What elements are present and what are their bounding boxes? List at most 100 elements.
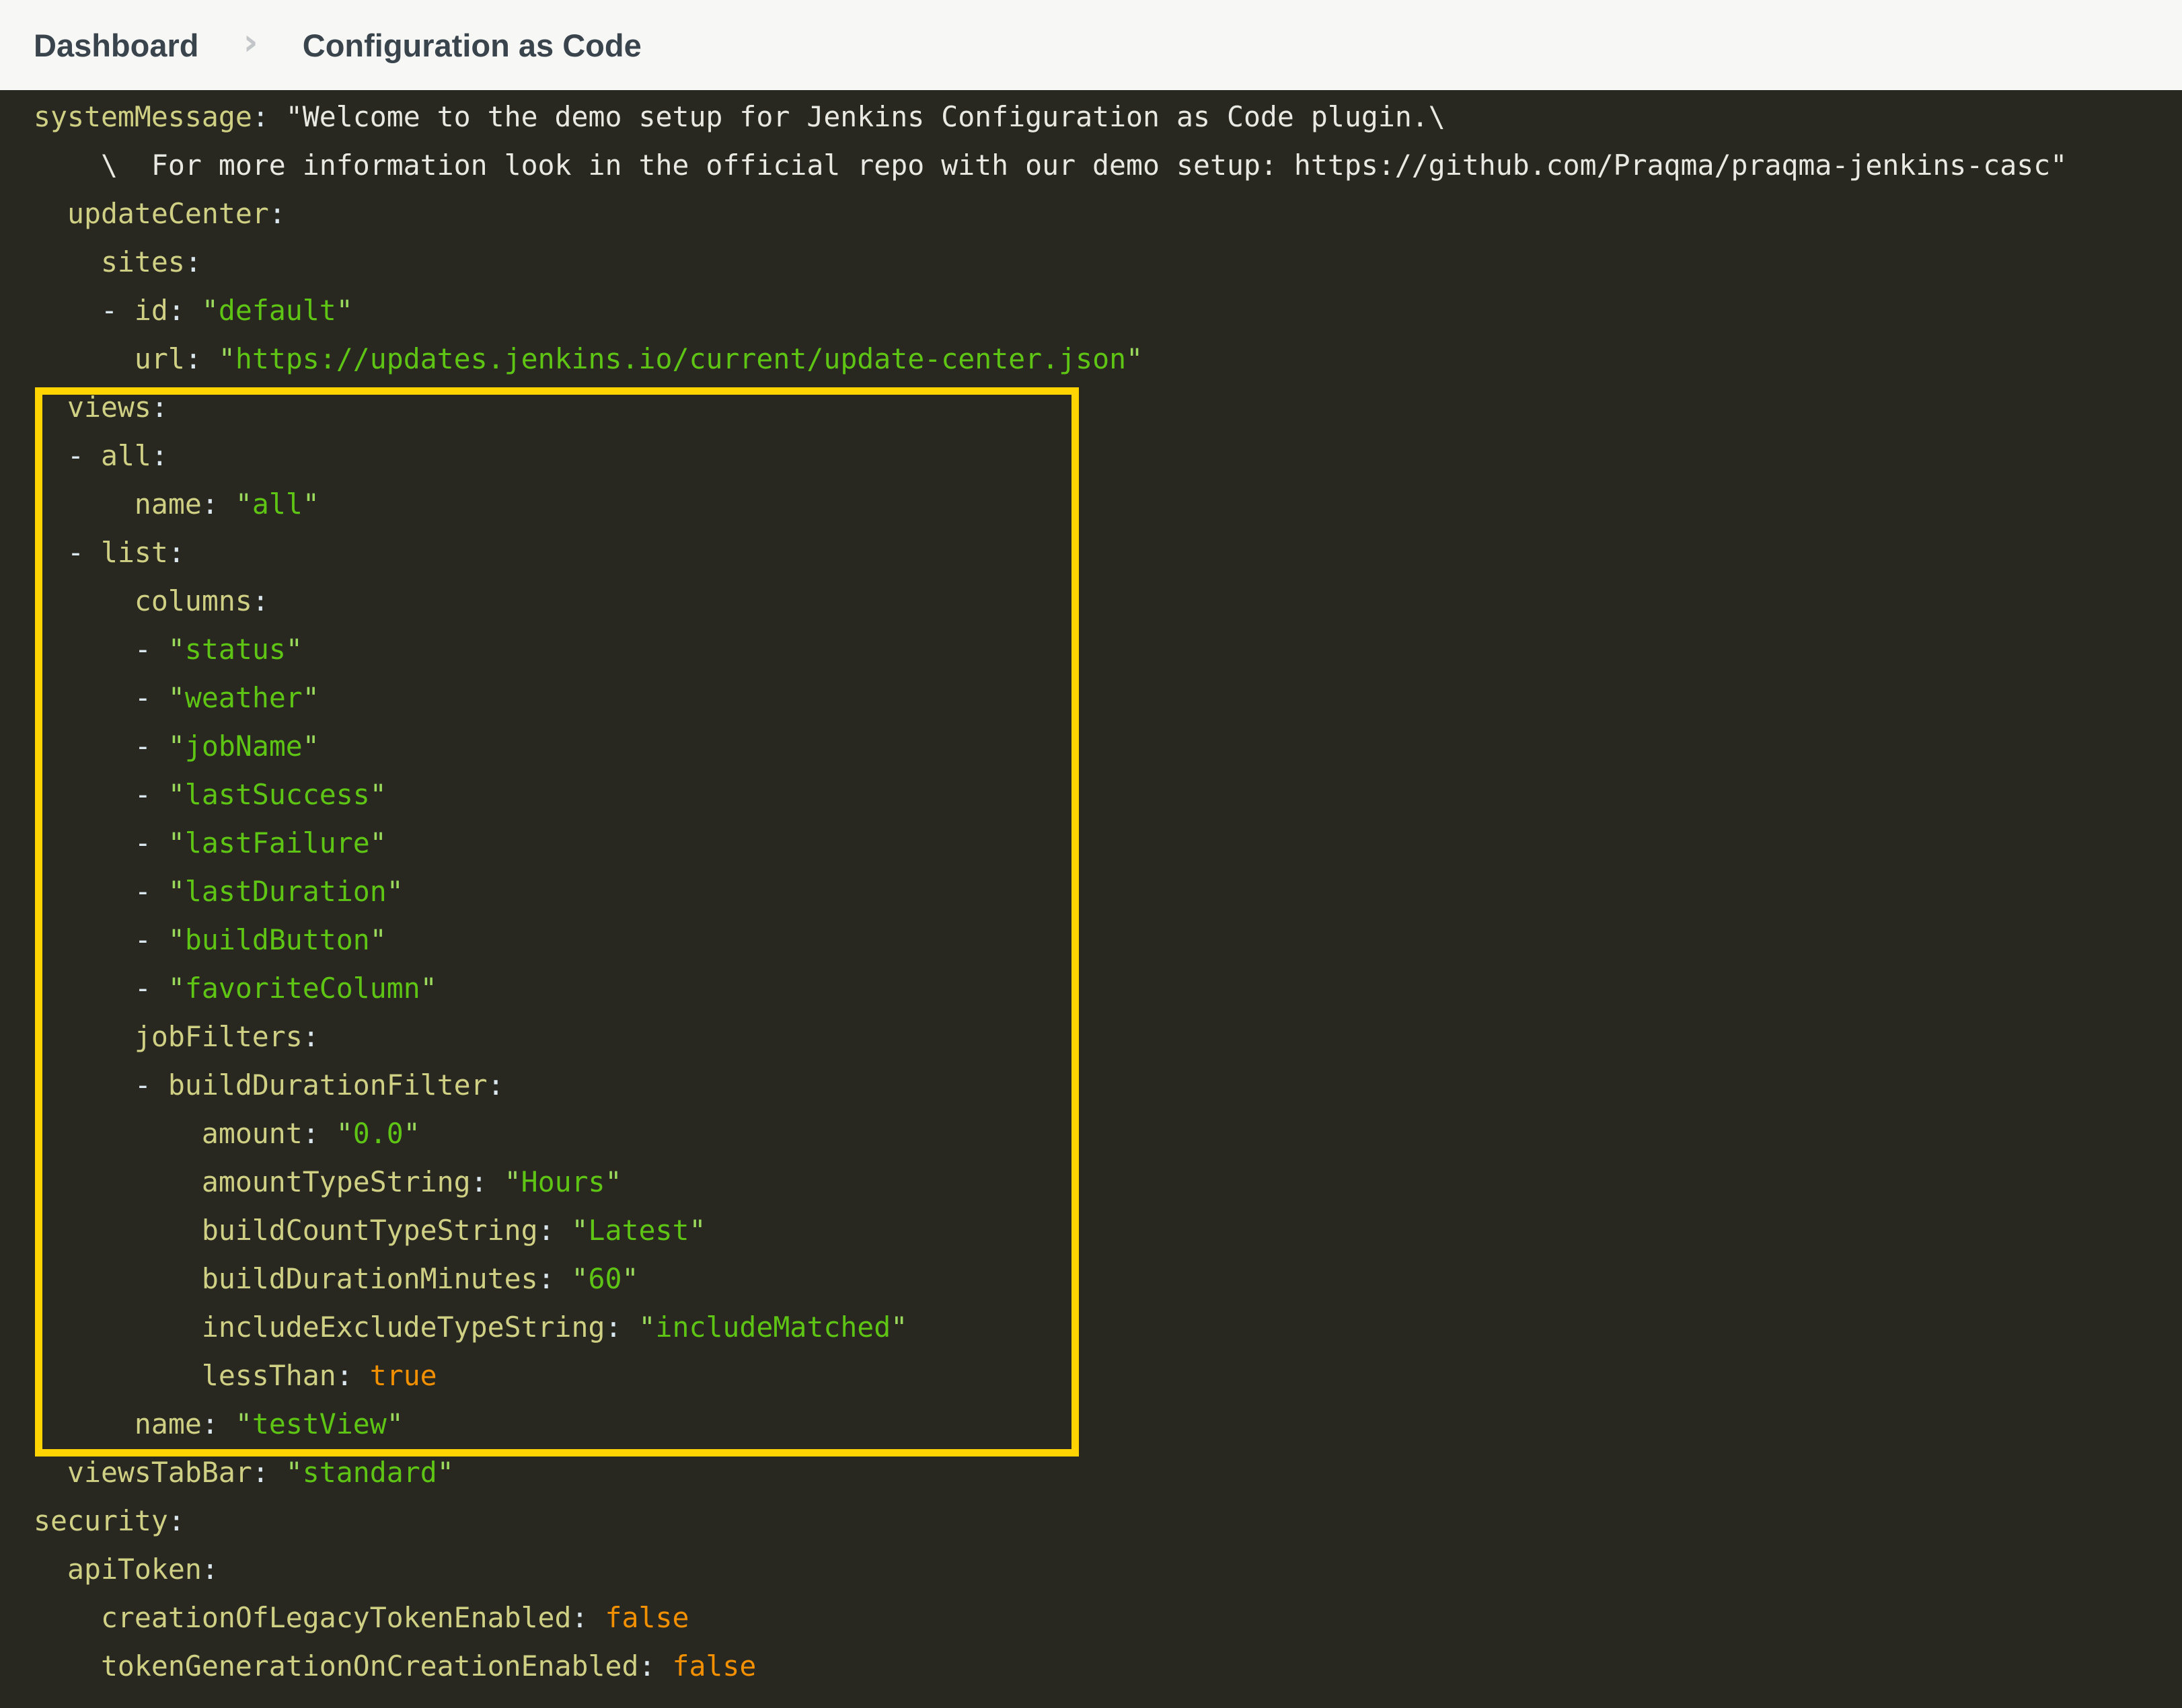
breadcrumb-item-configuration-as-code[interactable]: Configuration as Code	[303, 27, 642, 64]
code-line: apiToken:	[34, 1545, 2182, 1594]
yaml-token: "	[1126, 342, 1143, 375]
yaml-token: creationOfLegacyTokenEnabled	[34, 1601, 572, 1634]
yaml-token: :	[202, 488, 219, 520]
yaml-token: "	[404, 1117, 420, 1150]
code-line: - "lastDuration"	[34, 867, 2182, 916]
code-line: - "favoriteColumn"	[34, 964, 2182, 1013]
chevron-right-icon: ›	[243, 24, 258, 61]
yaml-token: updateCenter	[34, 197, 269, 230]
yaml-token: "	[168, 826, 185, 859]
yaml-token: -	[34, 1069, 168, 1101]
code-line: includeExcludeTypeString: "includeMatche…	[34, 1303, 2182, 1352]
code-line: viewsTabBar: "standard"	[34, 1448, 2182, 1497]
yaml-token: lastDuration	[185, 875, 387, 908]
yaml-token: false	[655, 1649, 756, 1682]
yaml-token: :	[168, 1504, 185, 1537]
yaml-token: 0.0	[353, 1117, 404, 1150]
yaml-token: :	[185, 245, 202, 278]
yaml-token: buildDurationFilter	[168, 1069, 488, 1101]
yaml-token: testView	[252, 1407, 387, 1440]
yaml-token: -	[34, 972, 168, 1005]
code-line: sites:	[34, 238, 2182, 286]
yaml-token: :	[168, 294, 185, 327]
yaml-token: sites	[34, 245, 185, 278]
yaml-token: weather	[185, 681, 303, 714]
code-line: lessThan: true	[34, 1352, 2182, 1400]
yaml-token: "	[303, 730, 319, 763]
yaml-token: "	[605, 1165, 622, 1198]
code-line: views:	[34, 383, 2182, 432]
yaml-token: "	[437, 1456, 454, 1489]
yaml-token: :	[252, 584, 269, 617]
yaml-token: -	[34, 633, 168, 666]
yaml-token: "	[370, 778, 387, 811]
code-line: - "jobName"	[34, 722, 2182, 771]
code-line: - "lastFailure"	[34, 819, 2182, 867]
yaml-token: :	[269, 197, 286, 230]
yaml-token: :	[605, 1311, 622, 1344]
breadcrumb-bar: Dashboard › Configuration as Code	[0, 0, 2182, 90]
yaml-token: favoriteColumn	[185, 972, 420, 1005]
code-line: updateCenter:	[34, 190, 2182, 238]
yaml-token: Hours	[521, 1165, 605, 1198]
yaml-token: :	[471, 1165, 488, 1198]
yaml-token: -	[34, 536, 101, 569]
yaml-token: false	[589, 1601, 689, 1634]
yaml-token: "	[420, 972, 437, 1005]
yaml-token: Latest	[589, 1214, 689, 1247]
yaml-token: "	[387, 1407, 404, 1440]
code-line: name: "testView"	[34, 1400, 2182, 1448]
code-line: url: "https://updates.jenkins.io/current…	[34, 335, 2182, 383]
code-line: - "lastSuccess"	[34, 771, 2182, 819]
yaml-token: :	[572, 1601, 589, 1634]
yaml-token: :	[185, 342, 202, 375]
yaml-token: :	[151, 391, 168, 424]
yaml-token: :	[488, 1069, 504, 1101]
yaml-token: "	[168, 923, 185, 956]
code-line: - "weather"	[34, 674, 2182, 722]
yaml-code: systemMessage: "Welcome to the demo setu…	[0, 90, 2182, 1691]
yaml-token: "	[891, 1311, 907, 1344]
yaml-token: viewsTabBar	[34, 1456, 252, 1489]
yaml-token: -	[34, 778, 168, 811]
code-line: - buildDurationFilter:	[34, 1061, 2182, 1110]
yaml-token: apiToken	[34, 1553, 202, 1586]
yaml-token: lessThan	[34, 1359, 336, 1392]
yaml-token: "	[336, 294, 353, 327]
yaml-token: "	[168, 681, 185, 714]
yaml-token: "	[622, 1262, 639, 1295]
yaml-token: "	[219, 1407, 252, 1440]
yaml-token: lastSuccess	[185, 778, 370, 811]
yaml-token: "	[168, 778, 185, 811]
breadcrumb-item-dashboard[interactable]: Dashboard	[34, 27, 199, 64]
yaml-token: amountTypeString	[34, 1165, 471, 1198]
yaml-token: "	[202, 342, 235, 375]
yaml-token: -	[34, 681, 168, 714]
yaml-token: :	[538, 1262, 555, 1295]
yaml-token: "	[689, 1214, 706, 1247]
yaml-token: "	[370, 826, 387, 859]
code-line: tokenGenerationOnCreationEnabled: false	[34, 1642, 2182, 1691]
code-line: security:	[34, 1497, 2182, 1545]
code-line: - all:	[34, 432, 2182, 480]
yaml-token: "	[303, 488, 319, 520]
yaml-token: "	[488, 1165, 521, 1198]
yaml-token: "	[269, 1456, 303, 1489]
yaml-token: systemMessage	[34, 100, 252, 133]
yaml-token: name	[34, 488, 202, 520]
yaml-token: "Welcome to the demo setup for Jenkins C…	[269, 100, 1445, 133]
yaml-token: "	[319, 1117, 353, 1150]
yaml-token: true	[353, 1359, 437, 1392]
yaml-token: -	[34, 875, 168, 908]
yaml-token: amount	[34, 1117, 303, 1150]
yaml-token: includeMatched	[655, 1311, 891, 1344]
yaml-token: "	[555, 1262, 589, 1295]
yaml-token: views	[34, 391, 151, 424]
yaml-token: list	[101, 536, 168, 569]
yaml-token: id	[135, 294, 168, 327]
code-line: amount: "0.0"	[34, 1110, 2182, 1158]
yaml-token: 60	[589, 1262, 622, 1295]
yaml-token: "	[219, 488, 252, 520]
code-line: columns:	[34, 577, 2182, 625]
code-line: \ For more information look in the offic…	[34, 141, 2182, 190]
